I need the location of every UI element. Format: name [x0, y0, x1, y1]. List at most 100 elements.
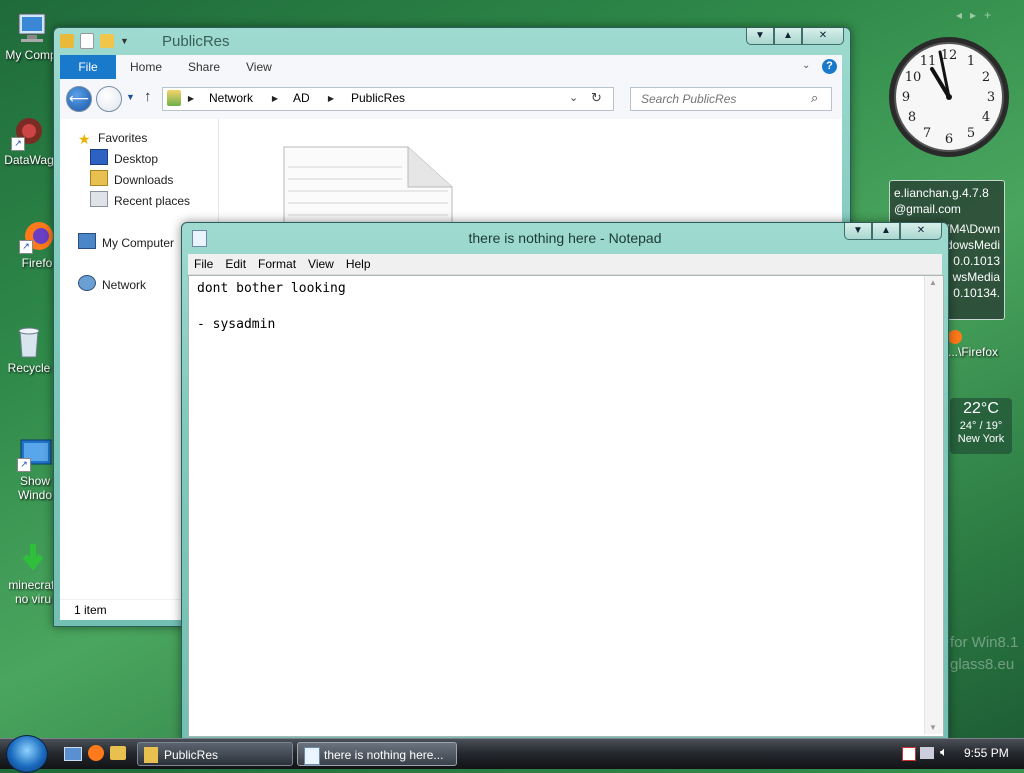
firefox-gadget-label[interactable]: ...\Firefox	[948, 330, 998, 359]
menu-file[interactable]: File	[188, 254, 219, 274]
forward-button[interactable]	[96, 86, 122, 112]
ribbon-expand-icon[interactable]: ⌄	[802, 60, 810, 71]
computer-icon	[78, 233, 96, 249]
recent-locations-icon[interactable]: ▼	[126, 92, 135, 102]
search-input[interactable]	[639, 91, 813, 107]
ribbon-tabs: File Home Share View ⌄ ?	[60, 55, 842, 80]
maximize-button[interactable]: ▲	[872, 223, 900, 240]
watermark-text: for Win8.1 glass8.eu	[950, 632, 1024, 676]
action-center-icon[interactable]	[902, 747, 916, 761]
menu-bar: File Edit Format View Help	[188, 254, 942, 275]
svg-text:4: 4	[982, 110, 990, 125]
window-title: PublicRes	[162, 33, 230, 50]
nav-recent-places[interactable]: Recent places	[90, 191, 190, 211]
chevron-right-icon[interactable]: ▶	[325, 92, 337, 106]
menu-edit[interactable]: Edit	[219, 254, 252, 274]
help-icon[interactable]: ?	[822, 59, 837, 74]
clock-time[interactable]: 9:55 PM	[964, 746, 1009, 760]
explorer-quicklaunch-icon[interactable]	[110, 746, 126, 760]
taskbar-button-label: PublicRes	[164, 748, 219, 762]
text-editor[interactable]	[189, 276, 919, 732]
minimize-button[interactable]: ▼	[746, 28, 774, 45]
menu-view[interactable]: View	[302, 254, 340, 274]
volume-icon[interactable]: 🔈︎	[940, 744, 948, 760]
firefox-icon[interactable]	[88, 745, 104, 761]
minimize-button[interactable]: ▼	[844, 223, 872, 240]
chevron-right-icon[interactable]: ▶	[269, 92, 281, 106]
sidebar-next-icon[interactable]: ▸	[970, 8, 984, 22]
shortcut-arrow-icon: ↗	[19, 240, 33, 254]
desktop-icon-datawag[interactable]: ↗ DataWag	[0, 115, 60, 167]
clock-gadget[interactable]: 12 1 2 345 678 9 10 11	[886, 34, 1012, 160]
show-desktop-icon[interactable]	[64, 747, 82, 761]
address-input[interactable]: ▶ Network ▶ AD ▶ PublicRes ⌄ ↻	[162, 87, 614, 111]
sidebar-prev-icon[interactable]: ◂	[956, 8, 970, 22]
computer-icon	[13, 10, 49, 46]
download-arrow-icon	[15, 540, 51, 576]
menu-format[interactable]: Format	[252, 254, 302, 274]
nav-desktop[interactable]: Desktop	[90, 149, 158, 169]
nav-label: Network	[102, 278, 147, 292]
nav-network[interactable]: Network	[78, 275, 146, 295]
quick-access-toolbar: ▼	[60, 33, 129, 49]
notepad-window[interactable]: there is nothing here - Notepad ▼ ▲ ✕ Fi…	[181, 222, 949, 742]
search-box[interactable]: ⌕	[630, 87, 832, 111]
address-bar-row: ⟵ ▼ ↑ ▶ Network ▶ AD ▶ PublicRes ⌄ ↻ ⌕	[60, 79, 842, 119]
window-title: there is nothing here - Notepad	[468, 230, 662, 246]
system-tray: 🔈︎ 9:55 PM	[896, 739, 1024, 769]
back-button[interactable]: ⟵	[66, 86, 92, 112]
maximize-button[interactable]: ▲	[774, 28, 802, 45]
network-folder-icon	[167, 90, 181, 106]
nav-label: Recent places	[114, 194, 191, 208]
tab-home[interactable]: Home	[130, 55, 162, 79]
clock-face-icon: 12 12 345 678 91011	[889, 37, 1009, 157]
watermark-line: glass8.eu	[950, 656, 1015, 673]
caption-buttons: ▼ ▲ ✕	[746, 28, 844, 45]
svg-text:11: 11	[920, 54, 937, 69]
taskbar: PublicRes there is nothing here... 🔈︎ 9:…	[0, 735, 1024, 773]
tab-file[interactable]: File	[60, 55, 116, 79]
taskbar-button-notepad[interactable]: there is nothing here...	[297, 742, 457, 766]
weather-city: New York	[957, 433, 1005, 445]
nav-downloads[interactable]: Downloads	[90, 170, 173, 190]
shortcut-arrow-icon: ↗	[11, 137, 25, 151]
sidebar-add-icon[interactable]: +	[984, 8, 999, 22]
breadcrumb-publicres[interactable]: PublicRes	[351, 91, 405, 105]
weather-temp: 22°C	[963, 400, 999, 417]
scroll-up-icon[interactable]: ▲	[929, 278, 937, 287]
watermark-line: for Win8.1	[950, 634, 1019, 651]
chevron-right-icon[interactable]: ▶	[185, 92, 197, 106]
network-tray-icon[interactable]	[920, 747, 934, 759]
start-button[interactable]	[6, 735, 48, 773]
tab-share[interactable]: Share	[188, 55, 220, 79]
close-button[interactable]: ✕	[802, 28, 844, 45]
info-line: @gmail.com	[894, 202, 961, 216]
desktop-icon-recycle-bin[interactable]: Recycle	[0, 323, 60, 375]
recent-places-icon	[90, 191, 108, 207]
breadcrumb-network[interactable]: Network	[209, 91, 253, 105]
svg-text:6: 6	[945, 132, 953, 147]
nav-favorites[interactable]: ★ Favorites	[78, 128, 147, 148]
address-dropdown-icon[interactable]: ⌄	[569, 91, 578, 104]
vertical-scrollbar[interactable]: ▲ ▼	[924, 276, 943, 734]
up-button[interactable]: ↑	[144, 88, 152, 105]
datawag-icon: ↗	[11, 115, 47, 151]
network-icon	[78, 275, 96, 291]
new-folder-icon[interactable]	[100, 34, 114, 48]
properties-icon[interactable]	[80, 33, 94, 49]
tab-view[interactable]: View	[246, 55, 272, 79]
nav-my-computer[interactable]: My Computer	[78, 233, 174, 253]
qat-dropdown-icon[interactable]: ▼	[120, 36, 129, 46]
svg-text:9: 9	[902, 90, 910, 105]
close-button[interactable]: ✕	[900, 223, 942, 240]
downloads-folder-icon	[90, 170, 108, 186]
refresh-icon[interactable]: ↻	[591, 90, 602, 106]
taskbar-button-publicres[interactable]: PublicRes	[137, 742, 293, 766]
menu-help[interactable]: Help	[340, 254, 377, 274]
weather-gadget[interactable]: 22°C 24° / 19° New York	[950, 398, 1012, 454]
nav-label: Favorites	[98, 131, 148, 145]
scroll-down-icon[interactable]: ▼	[929, 723, 937, 732]
breadcrumb-ad[interactable]: AD	[293, 91, 310, 105]
svg-text:10: 10	[905, 70, 922, 85]
search-icon[interactable]: ⌕	[811, 90, 818, 106]
